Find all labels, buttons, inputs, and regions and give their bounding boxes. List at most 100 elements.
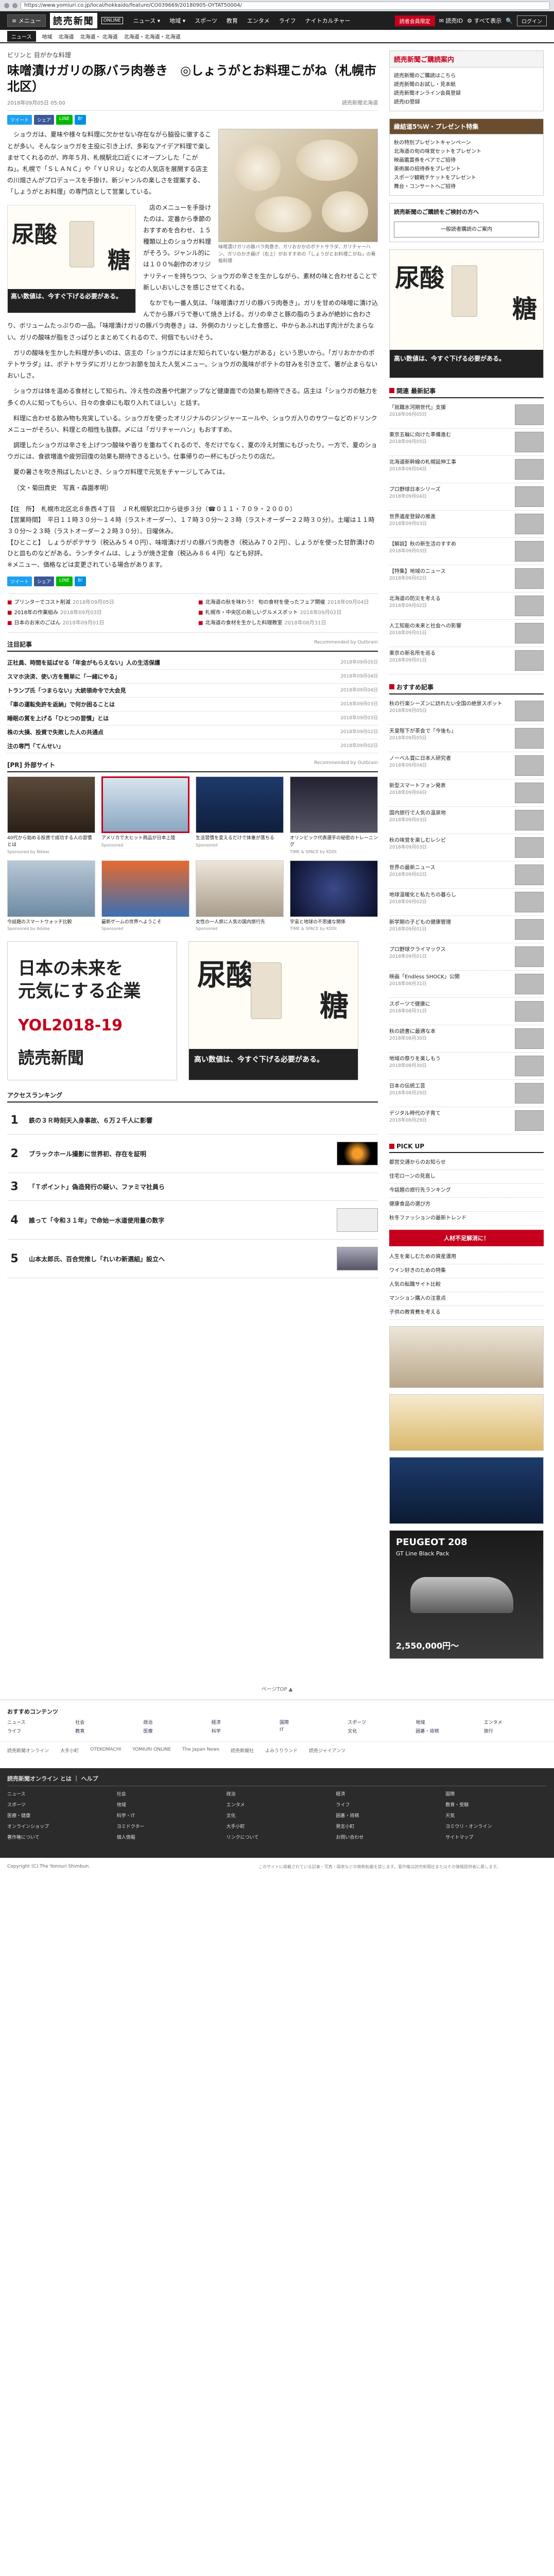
list-item[interactable]: 秋の味覚を楽しむレシピ 2018年09月03日 (389, 834, 544, 861)
partner-link[interactable]: The Japan News (182, 1747, 219, 1754)
inline-ad[interactable]: 尿酸 糖 高い数値は、今すぐ下げる必要がある。 (7, 205, 136, 313)
list-item[interactable]: スマホ決済、使い方を簡単に「一緒にやる」 2018年09月04日 (7, 670, 378, 684)
site-logo[interactable]: 読売新聞 (49, 13, 97, 28)
pr-card[interactable]: 今話題のスマートウォッチ比較 Sponsored by Adobe (7, 860, 95, 931)
sidebar-link[interactable]: 北海道の旬の味覚セットをプレゼント (394, 147, 539, 156)
related-item[interactable]: ■ プリンターでコスト削減 2018年09月05日 (7, 599, 187, 606)
list-item[interactable]: 人生を楽しむための資産運用 (389, 1250, 544, 1264)
pr-card[interactable]: オリンピック代表選手の秘密のトレーニング TIME & SPACE by KDDI (290, 776, 378, 854)
list-item[interactable]: マンション購入の注意点 (389, 1292, 544, 1306)
sidebar-link[interactable]: 舞台・コンサートへご招待 (394, 182, 539, 191)
footer-link[interactable]: 社会 (117, 1790, 218, 1799)
list-item[interactable]: 「就職氷河期世代」支援 2018年09月05日 (389, 401, 544, 429)
list-item[interactable]: 天皇陛下が茶会で「今後も」 2018年09月05日 (389, 725, 544, 752)
list-item[interactable]: スポーツで健康に 2018年08月31日 (389, 998, 544, 1025)
nav-link-news[interactable]: ニュース ▾ (133, 16, 160, 25)
list-item[interactable]: 【解説】秋の新生活のすすめ 2018年09月03日 (389, 538, 544, 565)
list-item[interactable]: 新型スマートフォン発表 2018年09月04日 (389, 779, 544, 807)
pr-card[interactable]: 40代から始める投資で成功する人の習慣とは Sponsored by Nikkei (7, 776, 95, 854)
ranking-item[interactable]: 2 ブラックホール撮影に世界初、存在を証明 (7, 1134, 378, 1174)
search-icon[interactable]: 🔍 (506, 18, 513, 24)
list-item[interactable]: 子供の教育費を考える (389, 1306, 544, 1320)
pr-card[interactable]: 生活習慣を変えるだけで体重が落ちる Sponsored (196, 776, 284, 854)
list-item[interactable]: 東京の新名所を巡る 2018年09月01日 (389, 647, 544, 674)
list-item[interactable]: 健康食品の選び方 (389, 1198, 544, 1212)
banner-ad[interactable] (389, 1326, 544, 1388)
list-item[interactable]: 株の大損、投資で失敗した人の共通点 2018年09月02日 (7, 725, 378, 740)
nav-link-local[interactable]: 地域 ▾ (169, 16, 185, 25)
footer-link[interactable]: オンラインショップ (7, 1823, 109, 1832)
footer-link[interactable]: 政治 (144, 1719, 206, 1725)
pr-card[interactable]: アメリカで大ヒット商品が日本上陸 Sponsored (101, 776, 189, 854)
list-item[interactable]: ノーベル賞に日本人研究者 2018年09月04日 (389, 752, 544, 779)
footer-link[interactable]: 文化 (227, 1812, 328, 1821)
back-icon[interactable] (4, 3, 9, 8)
ranking-item[interactable]: 4 誰って「令和３１年」で命始ー水道使用量の数字 (7, 1201, 378, 1240)
list-item[interactable]: 睡眠の質を上げる「ひとつの習慣」とは 2018年09月03日 (7, 711, 378, 726)
footer-link[interactable]: リンクについて (227, 1834, 328, 1842)
list-item[interactable]: 世界の最新ニュース 2018年09月02日 (389, 861, 544, 889)
related-item[interactable]: ■ 札幌市・中央区の新しいグルメスポット 2018年09月02日 (198, 609, 378, 617)
partner-link[interactable]: OTEKOMACHI (90, 1747, 121, 1754)
list-item[interactable]: ワイン好きのための特集 (389, 1264, 544, 1278)
partner-link[interactable]: よみうりランド (265, 1747, 298, 1754)
footer-link[interactable]: 囲碁・将棋 (336, 1812, 437, 1821)
ranking-item[interactable]: 5 山本太郎氏、百合党推し「れいわ新選組」設立へ (7, 1240, 378, 1279)
list-item[interactable]: トランプ氏「つまらない」大統領命令で大会見 2018年09月04日 (7, 684, 378, 698)
login-button[interactable]: ログイン (517, 15, 547, 26)
footer-link[interactable]: 医療・健康 (7, 1812, 109, 1821)
sidebar-link[interactable]: 美術展の招待券をプレゼント (394, 165, 539, 174)
footer-link[interactable]: 囲碁・将棋 (416, 1727, 479, 1734)
list-item[interactable]: 世界遺産登録の推進 2018年09月03日 (389, 511, 544, 538)
footer-link[interactable]: ライフ (7, 1727, 70, 1734)
list-item[interactable]: 人工知能の未来と社会への影響 2018年09月01日 (389, 620, 544, 647)
hatena-share-button[interactable]: B! (75, 577, 86, 587)
partner-link[interactable]: YOMIURI ONLINE (132, 1747, 171, 1754)
register-button[interactable]: 読者会員限定 (394, 15, 435, 26)
footer-link[interactable]: ヨミウリ・オンライン (445, 1823, 547, 1832)
list-item[interactable]: 東京五輪に向けた準備進む 2018年09月05日 (389, 429, 544, 456)
footer-link[interactable]: 発言小町 (336, 1823, 437, 1832)
article-category[interactable]: ビリンと 目がかな料理 (7, 50, 378, 59)
list-item[interactable]: 新学期の子どもの健康管理 2018年09月01日 (389, 916, 544, 943)
sidebar-ad[interactable]: 尿酸 糖 高い数値は、今すぐ下げる必要がある。 (389, 249, 544, 378)
list-item[interactable]: 映画「Endless SHOCK」公開 2018年08月31日 (389, 971, 544, 998)
sidebar-link[interactable]: 読売ID登録 (394, 98, 539, 107)
list-item[interactable]: 「車の運転免許を返納」で何か困ることは 2018年09月03日 (7, 698, 378, 712)
footer-link[interactable]: ニュース (7, 1790, 109, 1799)
footer-link[interactable]: 天気 (445, 1812, 547, 1821)
peugeot-ad[interactable]: PEUGEOT 208 GT Line Black Pack 2,550,000… (389, 1530, 544, 1659)
footer-link[interactable]: 教育・受験 (445, 1801, 547, 1810)
partner-link[interactable]: 大手小町 (60, 1747, 79, 1754)
list-item[interactable]: 今話題の旅行先ランキング (389, 1184, 544, 1198)
related-item[interactable]: ■ 北海道の秋を味わう！ 旬の食材を使ったフェア開催 2018年09月04日 (198, 599, 378, 606)
sidebar-link[interactable]: スポーツ観戦チケットをプレゼント (394, 174, 539, 182)
footer-link[interactable]: 地域 (416, 1719, 479, 1725)
facebook-share-button[interactable]: シェア (34, 115, 55, 125)
twitter-share-button[interactable]: ツイート (7, 115, 32, 125)
tab-news[interactable]: ニュース (7, 30, 36, 42)
footer-link[interactable]: スポーツ (7, 1801, 109, 1810)
list-item[interactable]: プロ野球日本シリーズ 2018年09月04日 (389, 483, 544, 511)
banner-ad[interactable] (389, 1456, 544, 1524)
footer-link[interactable]: ヨミドクター (117, 1823, 218, 1832)
nav-link-education[interactable]: 教育 (227, 16, 238, 25)
line-share-button[interactable]: LINE (56, 577, 73, 587)
pr-card[interactable]: 宇宙と地球の不思議な関係 TIME & SPACE by KDDI (290, 860, 378, 931)
footer-link[interactable]: 大手小町 (227, 1823, 328, 1832)
footer-link[interactable]: 科学 (212, 1727, 274, 1734)
footer-link[interactable]: 地域 (117, 1801, 218, 1810)
list-item[interactable]: 地球温暖化と私たちの暮らし 2018年09月02日 (389, 889, 544, 916)
footer-link[interactable]: ライフ (336, 1801, 437, 1810)
twitter-share-button[interactable]: ツイート (7, 577, 32, 587)
footer-link[interactable]: 経済 (212, 1719, 274, 1725)
pr-card[interactable]: 最新ゲームの世界へようこそ Sponsored (101, 860, 189, 931)
list-item[interactable]: 秋の読書に最適な本 2018年08月30日 (389, 1025, 544, 1053)
sidebar-link[interactable]: 秋の特別プレゼントキャンペーン (394, 139, 539, 147)
footer-link[interactable]: ニュース (7, 1719, 70, 1725)
ranking-item[interactable]: 3 「Ｔポイント」偽造発行の疑い、ファミマ社員ら (7, 1173, 378, 1201)
nav-link-entertainment[interactable]: エンタメ (247, 16, 270, 25)
list-item[interactable]: プロ野球クライマックス 2018年09月01日 (389, 943, 544, 971)
partner-link[interactable]: 読売新聞社 (231, 1747, 254, 1754)
footer-link[interactable]: スポーツ (348, 1719, 410, 1725)
